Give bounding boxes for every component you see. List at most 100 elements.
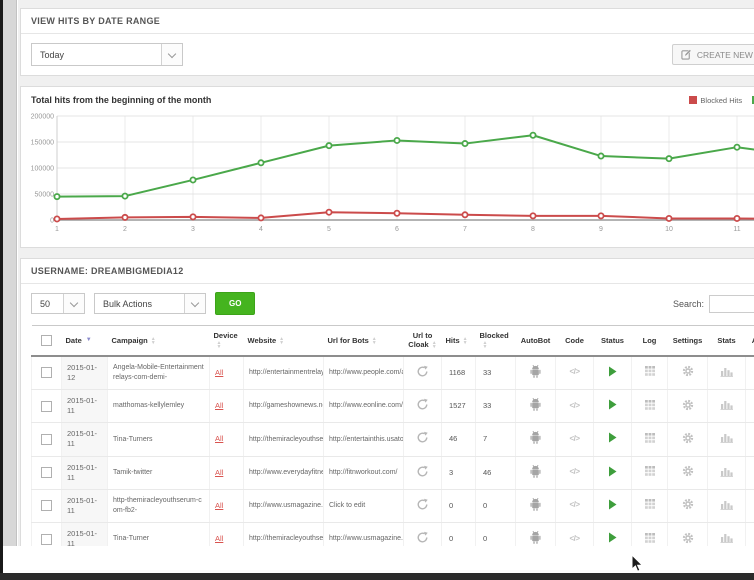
bar-chart-icon[interactable] xyxy=(720,399,733,410)
android-robot-icon[interactable] xyxy=(529,364,542,379)
play-icon[interactable] xyxy=(608,432,617,443)
refresh-circle-icon[interactable] xyxy=(416,531,429,544)
website-cell[interactable]: http://www.usmagazine.c... xyxy=(244,489,324,522)
url-for-bots-cell[interactable]: http://fitnworkout.com/ xyxy=(324,456,404,489)
svg-text:2: 2 xyxy=(123,226,127,233)
code-brackets-icon[interactable]: </> xyxy=(569,500,579,511)
blocked-cell: 0 xyxy=(476,523,516,547)
hits-cell: 3 xyxy=(442,456,476,489)
android-robot-icon[interactable] xyxy=(529,464,542,479)
svg-text:200000: 200000 xyxy=(31,114,54,121)
refresh-circle-icon[interactable] xyxy=(416,498,429,511)
refresh-circle-icon[interactable] xyxy=(416,431,429,444)
website-cell[interactable]: http://themiracleyouthser... xyxy=(244,423,324,456)
bar-chart-icon[interactable] xyxy=(720,499,733,510)
code-brackets-icon[interactable]: </> xyxy=(569,434,579,445)
url-for-bots-cell[interactable]: http://www.eonline.com/n... xyxy=(324,390,404,423)
column-header-hits[interactable]: Hits▲▼ xyxy=(442,326,476,356)
bar-chart-icon[interactable] xyxy=(720,466,733,477)
gear-icon[interactable] xyxy=(682,465,694,477)
row-checkbox[interactable] xyxy=(41,401,52,412)
grid-log-icon[interactable] xyxy=(644,465,656,477)
gear-icon[interactable] xyxy=(682,498,694,510)
row-checkbox[interactable] xyxy=(41,367,52,378)
code-brackets-icon[interactable]: </> xyxy=(569,401,579,412)
device-link[interactable]: All xyxy=(215,534,223,543)
play-icon[interactable] xyxy=(608,532,617,543)
android-robot-icon[interactable] xyxy=(529,497,542,512)
url-for-bots-cell[interactable]: http://www.usmagazine.c... xyxy=(324,523,404,547)
android-robot-icon[interactable] xyxy=(529,530,542,545)
code-brackets-icon[interactable]: </> xyxy=(569,534,579,545)
gear-icon[interactable] xyxy=(682,432,694,444)
table-row: 2015-01-11Tamik-twitterAllhttp://www.eve… xyxy=(32,456,754,489)
row-checkbox[interactable] xyxy=(41,434,52,445)
bar-chart-icon[interactable] xyxy=(720,432,733,443)
create-new-campaign-button[interactable]: CREATE NEW CAMPAIGN xyxy=(672,44,754,65)
gear-icon[interactable] xyxy=(682,365,694,377)
website-cell[interactable]: http://gameshownews.net xyxy=(244,390,324,423)
page-size-select[interactable]: 50 xyxy=(31,293,85,314)
refresh-circle-icon[interactable] xyxy=(416,465,429,478)
device-link[interactable]: All xyxy=(215,368,223,377)
bulk-actions-select[interactable]: Bulk Actions xyxy=(94,293,206,314)
column-header-url_for_bots[interactable]: Url for Bots▲▼ xyxy=(324,326,404,356)
chart-panel: Total hits from the beginning of the mon… xyxy=(20,86,754,248)
website-cell[interactable]: http://www.everydayfitnes... xyxy=(244,456,324,489)
device-link[interactable]: All xyxy=(215,401,223,410)
url-for-bots-cell[interactable]: Click to edit xyxy=(324,489,404,522)
date-range-select[interactable]: Today xyxy=(31,43,183,66)
page: VIEW HITS BY DATE RANGE Today CREATE NEW… xyxy=(0,0,754,580)
column-header-autobot: AutoBot xyxy=(516,326,556,356)
hits-cell: 46 xyxy=(442,423,476,456)
device-cell: All xyxy=(210,456,244,489)
gear-icon[interactable] xyxy=(682,532,694,544)
device-link[interactable]: All xyxy=(215,468,223,477)
select-arrow xyxy=(161,44,182,65)
column-header-date[interactable]: Date▼ xyxy=(62,326,108,356)
url-for-bots-cell[interactable]: http://www.people.com/ar... xyxy=(324,356,404,390)
svg-text:5: 5 xyxy=(327,226,331,233)
search-input[interactable] xyxy=(709,295,754,313)
column-header-website[interactable]: Website▲▼ xyxy=(244,326,324,356)
grid-log-icon[interactable] xyxy=(644,399,656,411)
gear-icon[interactable] xyxy=(682,399,694,411)
website-cell[interactable]: http://themiracleyouthser... xyxy=(244,523,324,547)
svg-text:50000: 50000 xyxy=(35,192,55,199)
device-link[interactable]: All xyxy=(215,501,223,510)
column-header-blocked[interactable]: Blocked▲▼ xyxy=(476,326,516,356)
grid-log-icon[interactable] xyxy=(644,532,656,544)
column-header-log: Log xyxy=(632,326,668,356)
select-all-checkbox[interactable] xyxy=(41,335,52,346)
code-brackets-icon[interactable]: </> xyxy=(569,467,579,478)
code-brackets-icon[interactable]: </> xyxy=(569,367,579,378)
date-cell: 2015-01-11 xyxy=(62,423,108,456)
sort-arrows-icon: ▲▼ xyxy=(279,337,284,345)
play-icon[interactable] xyxy=(608,399,617,410)
row-checkbox[interactable] xyxy=(41,500,52,511)
device-link[interactable]: All xyxy=(215,434,223,443)
bar-chart-icon[interactable] xyxy=(720,532,733,543)
refresh-circle-icon[interactable] xyxy=(416,365,429,378)
bar-chart-icon[interactable] xyxy=(720,366,733,377)
content-area: VIEW HITS BY DATE RANGE Today CREATE NEW… xyxy=(18,0,754,546)
column-header-campaign[interactable]: Campaign▲▼ xyxy=(108,326,210,356)
android-robot-icon[interactable] xyxy=(529,397,542,412)
grid-log-icon[interactable] xyxy=(644,365,656,377)
url-for-bots-cell[interactable]: http://entertainthis.usatod... xyxy=(324,423,404,456)
refresh-circle-icon[interactable] xyxy=(416,398,429,411)
play-icon[interactable] xyxy=(608,466,617,477)
grid-log-icon[interactable] xyxy=(644,498,656,510)
row-checkbox[interactable] xyxy=(41,467,52,478)
play-icon[interactable] xyxy=(608,499,617,510)
column-header-device[interactable]: Device▲▼ xyxy=(210,326,244,356)
website-cell[interactable]: http://entertainmentrelays... xyxy=(244,356,324,390)
column-header-status: Status xyxy=(594,326,632,356)
sort-arrows-icon: ▲▼ xyxy=(483,341,488,349)
column-header-url_to_cloak[interactable]: Url to Cloak▲▼ xyxy=(404,326,442,356)
row-checkbox[interactable] xyxy=(41,534,52,545)
play-icon[interactable] xyxy=(608,366,617,377)
android-robot-icon[interactable] xyxy=(529,430,542,445)
grid-log-icon[interactable] xyxy=(644,432,656,444)
go-button[interactable]: GO xyxy=(215,292,255,315)
